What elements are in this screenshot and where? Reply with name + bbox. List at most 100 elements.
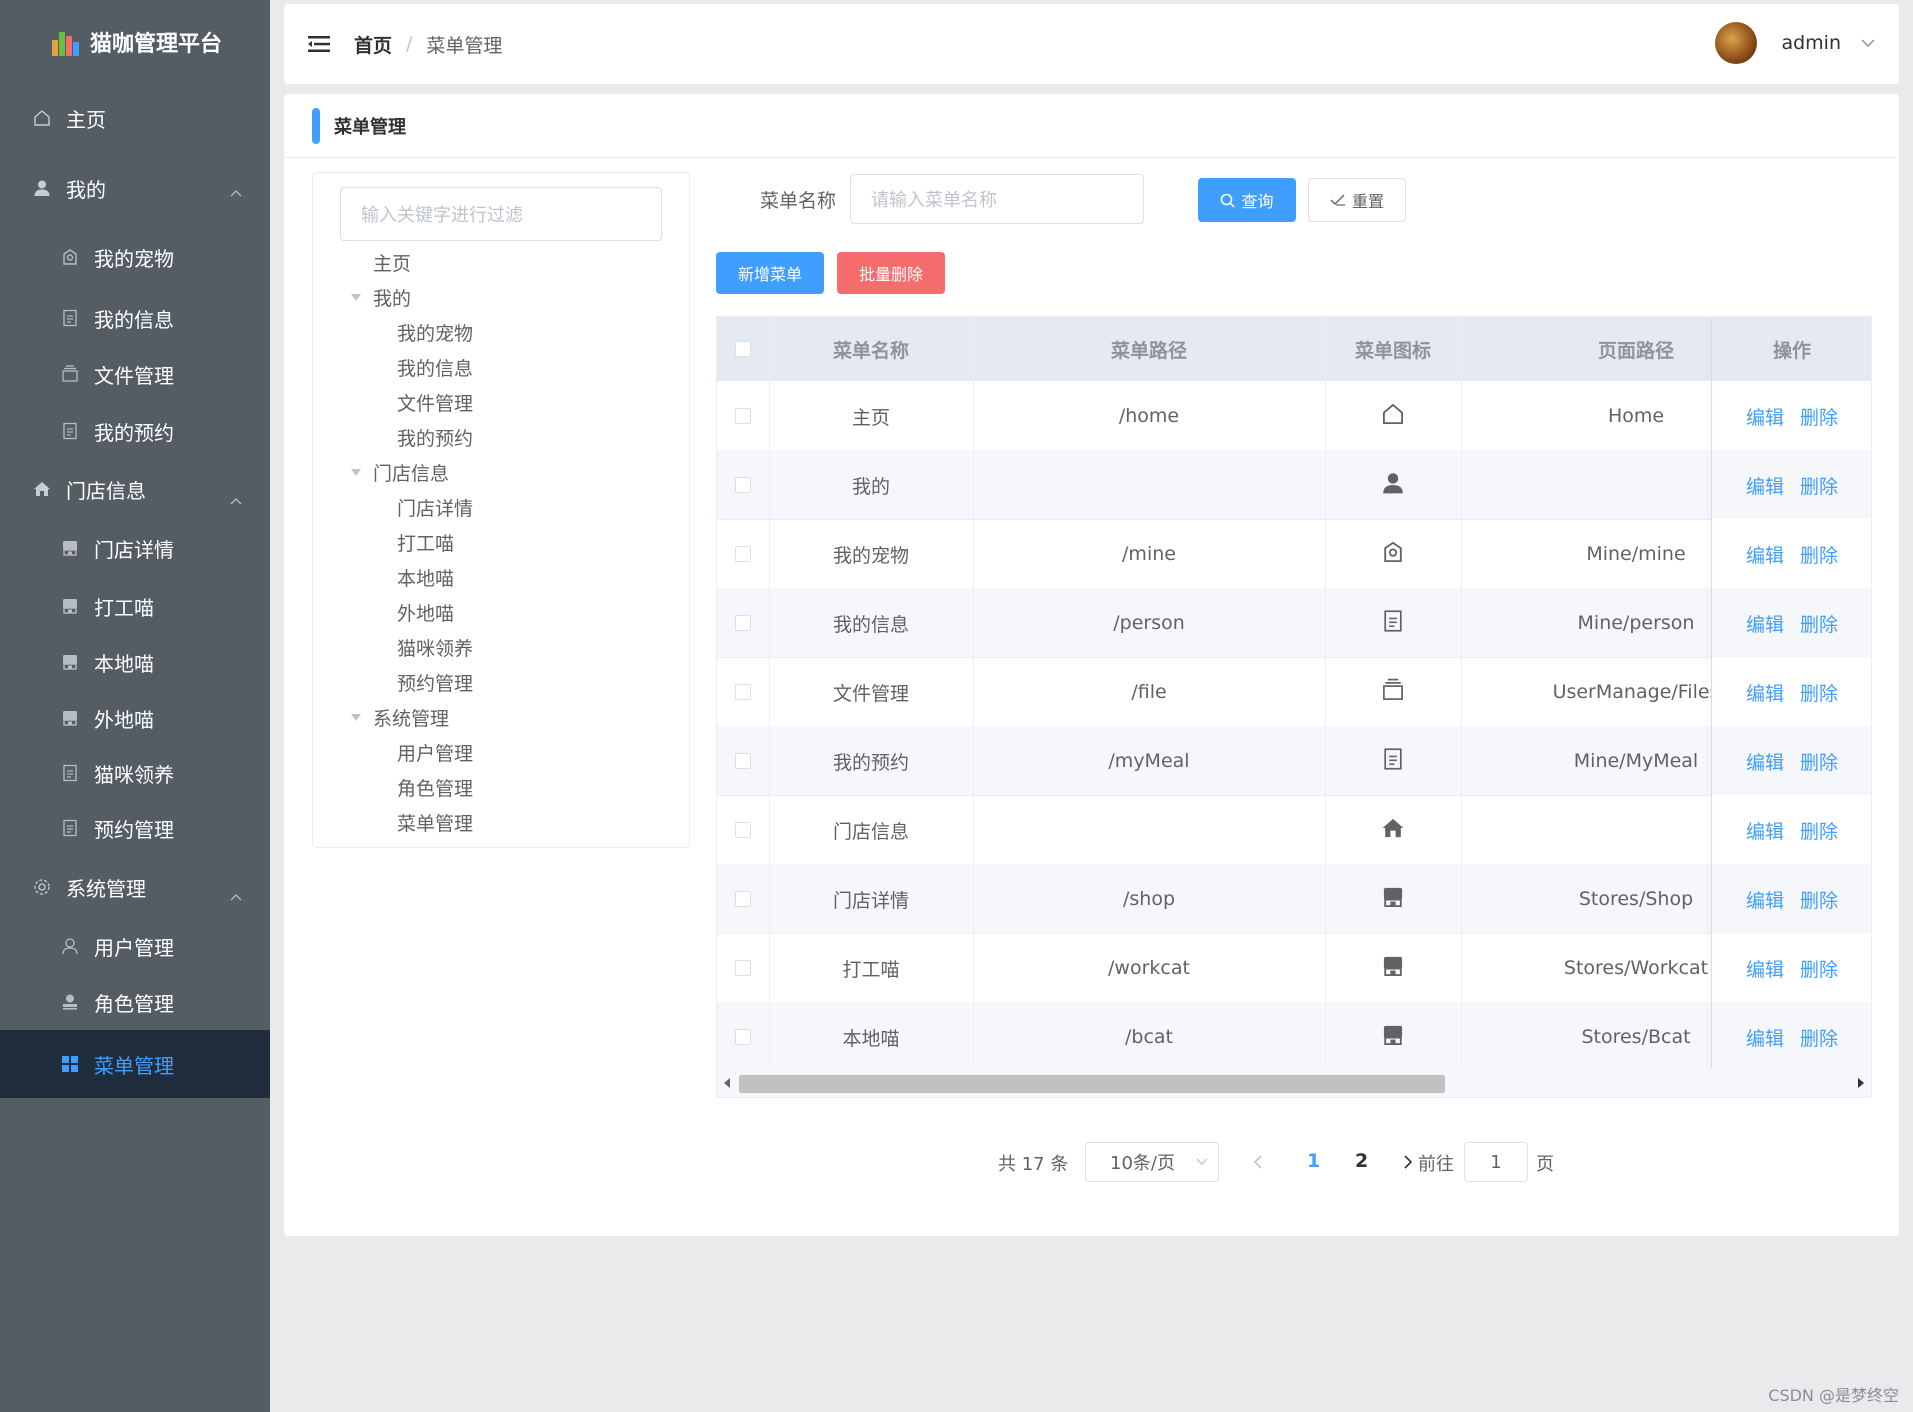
sidebar-item-3[interactable]: 我的信息: [0, 290, 270, 346]
app-logo[interactable]: 猫咖管理平台: [0, 0, 270, 84]
edit-link[interactable]: 编辑: [1746, 748, 1784, 775]
tree-node[interactable]: 我的信息: [397, 350, 473, 385]
collapse-menu-icon[interactable]: [308, 35, 330, 53]
table-row[interactable]: 我的宠物/mine Mine/mine 编辑 删除: [717, 519, 1871, 589]
row-checkbox[interactable]: [735, 684, 751, 700]
tree-node[interactable]: 文件管理: [397, 385, 473, 420]
username[interactable]: admin: [1781, 32, 1841, 54]
delete-link[interactable]: 删除: [1800, 817, 1838, 844]
sidebar-item-8[interactable]: 打工喵: [0, 578, 270, 634]
sidebar-item-9[interactable]: 本地喵: [0, 634, 270, 690]
row-checkbox[interactable]: [735, 477, 751, 493]
tree-node[interactable]: 我的: [373, 280, 411, 315]
goto-page-input[interactable]: 1: [1464, 1142, 1528, 1182]
avatar[interactable]: [1715, 22, 1758, 64]
delete-link[interactable]: 删除: [1800, 403, 1838, 430]
tree-node[interactable]: 主页: [373, 245, 411, 280]
delete-link[interactable]: 删除: [1800, 886, 1838, 913]
tree-node[interactable]: 外地喵: [397, 595, 454, 630]
delete-link[interactable]: 删除: [1800, 748, 1838, 775]
page-size-select[interactable]: 10条/页: [1085, 1142, 1219, 1182]
chevron-down-icon[interactable]: [1861, 38, 1875, 48]
table-row[interactable]: 打工喵/workcat Stores/Workcat 编辑 删除: [717, 933, 1871, 1003]
row-checkbox[interactable]: [735, 822, 751, 838]
tree-node[interactable]: 猫咪领养: [397, 630, 473, 665]
tree-node[interactable]: 预约管理: [397, 665, 473, 700]
scroll-left-arrow-icon[interactable]: [723, 1077, 731, 1089]
edit-link[interactable]: 编辑: [1746, 472, 1784, 499]
edit-link[interactable]: 编辑: [1746, 541, 1784, 568]
tree-node[interactable]: 我的预约: [397, 420, 473, 455]
select-all-checkbox[interactable]: [735, 341, 751, 357]
table-row[interactable]: 门店详情/shop Stores/Shop 编辑 删除: [717, 864, 1871, 934]
table-row[interactable]: 主页/home Home 编辑 删除: [717, 381, 1871, 451]
batch-delete-button[interactable]: 批量删除: [837, 252, 945, 294]
add-menu-button[interactable]: 新增菜单: [716, 252, 824, 294]
row-checkbox[interactable]: [735, 891, 751, 907]
col-header-path[interactable]: 菜单路径: [973, 317, 1325, 381]
sidebar-item-11[interactable]: 猫咪领养: [0, 746, 270, 800]
reset-button[interactable]: 重置: [1308, 178, 1406, 222]
page-2[interactable]: 2: [1355, 1150, 1368, 1172]
delete-link[interactable]: 删除: [1800, 679, 1838, 706]
next-page-icon[interactable]: [1404, 1155, 1413, 1169]
sidebar-item-14[interactable]: 用户管理: [0, 918, 270, 974]
row-checkbox[interactable]: [735, 960, 751, 976]
row-checkbox[interactable]: [735, 408, 751, 424]
table-row[interactable]: 门店信息 编辑 删除: [717, 795, 1871, 865]
sidebar-item-5[interactable]: 我的预约: [0, 402, 270, 460]
menu-name-search-input[interactable]: 请输入菜单名称: [850, 174, 1144, 224]
edit-link[interactable]: 编辑: [1746, 403, 1784, 430]
edit-link[interactable]: 编辑: [1746, 955, 1784, 982]
sidebar-item-16[interactable]: 菜单管理: [0, 1030, 270, 1098]
delete-link[interactable]: 删除: [1800, 955, 1838, 982]
breadcrumb-home[interactable]: 首页: [354, 31, 392, 58]
edit-link[interactable]: 编辑: [1746, 610, 1784, 637]
sidebar-item-13[interactable]: 系统管理: [0, 856, 270, 918]
query-button[interactable]: 查询: [1198, 178, 1296, 222]
horizontal-scrollbar[interactable]: [717, 1069, 1871, 1097]
sidebar-item-1[interactable]: 我的: [0, 152, 270, 224]
tree-node[interactable]: 用户管理: [397, 735, 473, 770]
table-row[interactable]: 本地喵/bcat Stores/Bcat 编辑 删除: [717, 1002, 1871, 1072]
edit-link[interactable]: 编辑: [1746, 679, 1784, 706]
sidebar-item-4[interactable]: 文件管理: [0, 346, 270, 402]
user-dropdown[interactable]: admin: [1715, 22, 1875, 64]
sidebar-item-7[interactable]: 门店详情: [0, 518, 270, 578]
edit-link[interactable]: 编辑: [1746, 817, 1784, 844]
table-row[interactable]: 我的 编辑 删除: [717, 450, 1871, 520]
caret-down-icon[interactable]: [351, 294, 361, 301]
sidebar-item-2[interactable]: 我的宠物: [0, 224, 270, 290]
table-row[interactable]: 文件管理/file UserManage/Files 编辑 删除: [717, 657, 1871, 727]
sidebar-item-12[interactable]: 预约管理: [0, 800, 270, 856]
sidebar-item-15[interactable]: 角色管理: [0, 974, 270, 1030]
sidebar-item-6[interactable]: 门店信息: [0, 460, 270, 518]
row-checkbox[interactable]: [735, 615, 751, 631]
delete-link[interactable]: 删除: [1800, 1024, 1838, 1051]
tree-node[interactable]: 门店信息: [373, 455, 449, 490]
tree-node[interactable]: 门店详情: [397, 490, 473, 525]
col-header-name[interactable]: 菜单名称: [769, 317, 973, 381]
scroll-right-arrow-icon[interactable]: [1857, 1077, 1865, 1089]
caret-down-icon[interactable]: [351, 469, 361, 476]
page-1[interactable]: 1: [1307, 1150, 1320, 1172]
sidebar-item-10[interactable]: 外地喵: [0, 690, 270, 746]
row-checkbox[interactable]: [735, 1029, 751, 1045]
table-row[interactable]: 我的信息/person Mine/person 编辑 删除: [717, 588, 1871, 658]
scrollbar-thumb[interactable]: [739, 1075, 1445, 1093]
edit-link[interactable]: 编辑: [1746, 886, 1784, 913]
tree-node[interactable]: 菜单管理: [397, 805, 473, 840]
edit-link[interactable]: 编辑: [1746, 1024, 1784, 1051]
tree-node[interactable]: 打工喵: [397, 525, 454, 560]
row-checkbox[interactable]: [735, 546, 751, 562]
row-checkbox[interactable]: [735, 753, 751, 769]
sidebar-item-0[interactable]: 主页: [0, 84, 270, 152]
tree-filter-input[interactable]: 输入关键字进行过滤: [340, 187, 662, 241]
col-header-icon[interactable]: 菜单图标: [1325, 317, 1461, 381]
tree-node[interactable]: 系统管理: [373, 700, 449, 735]
tree-node[interactable]: 角色管理: [397, 770, 473, 805]
prev-page-icon[interactable]: [1253, 1155, 1262, 1169]
caret-down-icon[interactable]: [351, 714, 361, 721]
delete-link[interactable]: 删除: [1800, 610, 1838, 637]
delete-link[interactable]: 删除: [1800, 541, 1838, 568]
